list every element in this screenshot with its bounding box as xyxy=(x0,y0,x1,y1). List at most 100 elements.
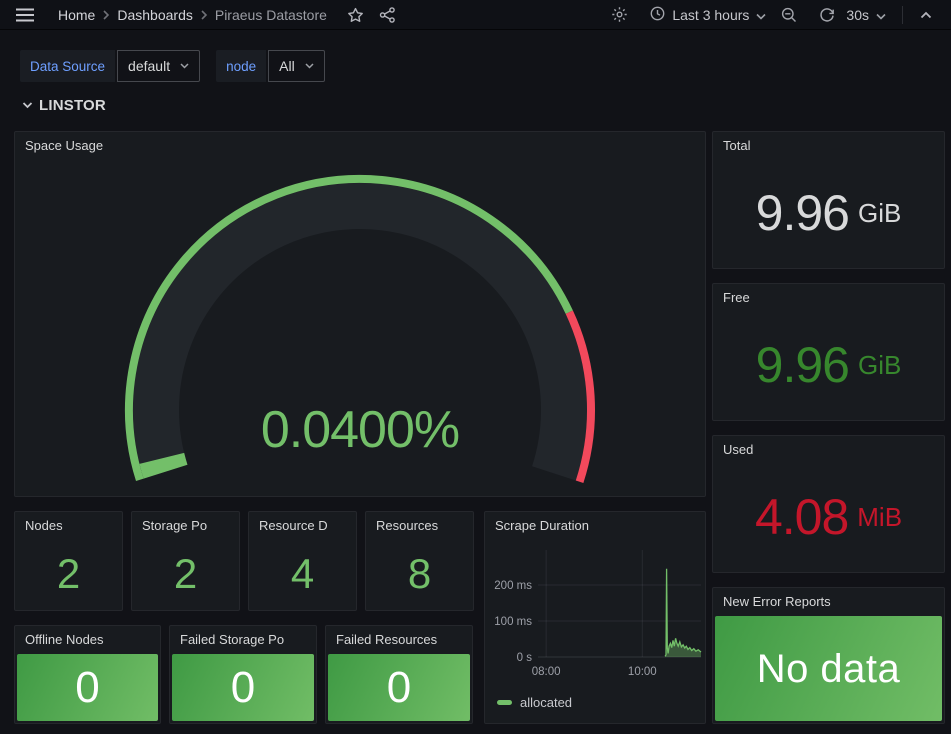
stat-value: 2 xyxy=(57,553,80,595)
variable-datasource: Data Source default xyxy=(20,50,200,82)
stat-unit: GiB xyxy=(858,350,901,381)
panel-nodes: Nodes 2 xyxy=(14,511,123,611)
chevron-down-icon xyxy=(22,102,33,109)
favorite-button[interactable] xyxy=(343,2,369,28)
share-button[interactable] xyxy=(375,2,401,28)
hamburger-icon xyxy=(16,8,34,22)
chevron-down-icon xyxy=(305,63,314,69)
stat-resources: 8 xyxy=(366,538,473,610)
panel-used: Used 4.08 MiB xyxy=(712,435,945,573)
dashboard-variables: Data Source default node All xyxy=(20,50,325,82)
chevron-up-icon xyxy=(920,11,932,19)
panel-title[interactable]: Offline Nodes xyxy=(15,626,160,652)
panel-title[interactable]: Total xyxy=(713,132,944,158)
panel-offline-nodes: Offline Nodes 0 xyxy=(14,625,161,724)
svg-text:0 s: 0 s xyxy=(517,652,533,664)
menu-toggle-button[interactable] xyxy=(12,2,38,28)
panel-title[interactable]: New Error Reports xyxy=(713,588,944,614)
chevron-right-icon xyxy=(200,10,208,20)
refresh-button[interactable] xyxy=(814,2,840,28)
stat-value: 2 xyxy=(174,553,197,595)
variable-node-label[interactable]: node xyxy=(216,50,266,82)
grafana-dashboard: Home Dashboards Piraeus Datastore xyxy=(0,0,951,734)
topbar-divider xyxy=(902,6,903,24)
svg-text:08:00: 08:00 xyxy=(532,666,561,678)
panel-failed-resources: Failed Resources 0 xyxy=(325,625,473,724)
refresh-interval-label: 30s xyxy=(846,7,869,23)
chevron-down-icon xyxy=(756,7,766,23)
breadcrumb-item-home[interactable]: Home xyxy=(58,7,95,23)
zoom-out-icon xyxy=(781,7,797,23)
breadcrumb-item-dashboards[interactable]: Dashboards xyxy=(117,7,193,23)
clock-icon xyxy=(650,6,665,24)
topbar-actions: Last 3 hours 30s xyxy=(606,2,939,28)
legend-label: allocated xyxy=(520,695,572,710)
gear-icon xyxy=(611,6,628,23)
refresh-icon xyxy=(819,7,835,23)
stat-resource-definitions: 4 xyxy=(249,538,356,610)
stat-failed-storage-pools: 0 xyxy=(172,654,314,721)
panel-resources: Resources 8 xyxy=(365,511,474,611)
panel-new-error-reports: New Error Reports No data xyxy=(712,587,945,724)
panel-space-usage: Space Usage 0.0400% xyxy=(14,131,706,497)
star-icon xyxy=(347,7,364,23)
panel-scrape-duration: Scrape Duration 08:00 10:00 200 ms 100 ms 0 … xyxy=(484,511,706,724)
svg-text:200 ms: 200 ms xyxy=(494,580,532,592)
chevron-down-icon xyxy=(876,7,886,23)
stat-value: 0 xyxy=(75,666,99,710)
variable-datasource-value: default xyxy=(128,58,170,74)
variable-datasource-label[interactable]: Data Source xyxy=(20,50,115,82)
stat-value: 4 xyxy=(291,553,314,595)
stat-offline-nodes: 0 xyxy=(17,654,158,721)
variable-datasource-select[interactable]: default xyxy=(117,50,200,82)
collapse-topbar-button[interactable] xyxy=(913,2,939,28)
panel-title[interactable]: Nodes xyxy=(15,512,122,538)
svg-text:10:00: 10:00 xyxy=(628,666,657,678)
zoom-out-button[interactable] xyxy=(776,2,802,28)
topbar: Home Dashboards Piraeus Datastore xyxy=(0,0,951,30)
stat-total: 9.96 GiB xyxy=(713,158,944,268)
dashboard-settings-button[interactable] xyxy=(606,2,632,28)
stat-value: 4.08 xyxy=(755,492,848,542)
panel-title[interactable]: Used xyxy=(713,436,944,462)
panel-title[interactable]: Failed Resources xyxy=(326,626,472,652)
panel-title[interactable]: Resources xyxy=(366,512,473,538)
stat-failed-resources: 0 xyxy=(328,654,470,721)
variable-node: node All xyxy=(216,50,325,82)
share-icon xyxy=(379,7,396,23)
stat-value: 8 xyxy=(408,553,431,595)
stat-value: 0 xyxy=(387,666,411,710)
panel-failed-storage-pools: Failed Storage Po 0 xyxy=(169,625,317,724)
stat-unit: GiB xyxy=(858,198,901,229)
legend-swatch xyxy=(497,700,512,705)
no-data-label: No data xyxy=(757,649,901,689)
refresh-interval-dropdown[interactable]: 30s xyxy=(844,2,892,28)
panel-total: Total 9.96 GiB xyxy=(712,131,945,269)
row-title: LINSTOR xyxy=(39,97,106,114)
stat-unit: MiB xyxy=(857,502,902,533)
panel-storage-pools: Storage Po 2 xyxy=(131,511,240,611)
chevron-right-icon xyxy=(102,10,110,20)
panel-title[interactable]: Resource D xyxy=(249,512,356,538)
stat-used: 4.08 MiB xyxy=(713,462,944,572)
stat-new-error-reports: No data xyxy=(715,616,942,721)
legend-item-allocated[interactable]: allocated xyxy=(497,695,572,710)
stat-value: 0 xyxy=(231,666,255,710)
panel-title[interactable]: Free xyxy=(713,284,944,310)
time-range-label: Last 3 hours xyxy=(672,7,749,23)
svg-text:100 ms: 100 ms xyxy=(494,616,532,628)
row-toggle-linstor[interactable]: LINSTOR xyxy=(22,94,106,116)
chevron-down-icon xyxy=(180,63,189,69)
panel-resource-definitions: Resource D 4 xyxy=(248,511,357,611)
variable-node-value: All xyxy=(279,58,295,74)
breadcrumb: Home Dashboards Piraeus Datastore xyxy=(58,7,327,23)
time-range-picker[interactable]: Last 3 hours xyxy=(644,2,772,28)
panel-title[interactable]: Storage Po xyxy=(132,512,239,538)
panel-title[interactable]: Failed Storage Po xyxy=(170,626,316,652)
variable-node-select[interactable]: All xyxy=(268,50,325,82)
panel-title[interactable]: Scrape Duration xyxy=(485,512,705,538)
gauge-value: 0.0400% xyxy=(15,404,705,456)
stat-storage-pools: 2 xyxy=(132,538,239,610)
panel-free: Free 9.96 GiB xyxy=(712,283,945,421)
panel-title[interactable]: Space Usage xyxy=(15,132,705,158)
